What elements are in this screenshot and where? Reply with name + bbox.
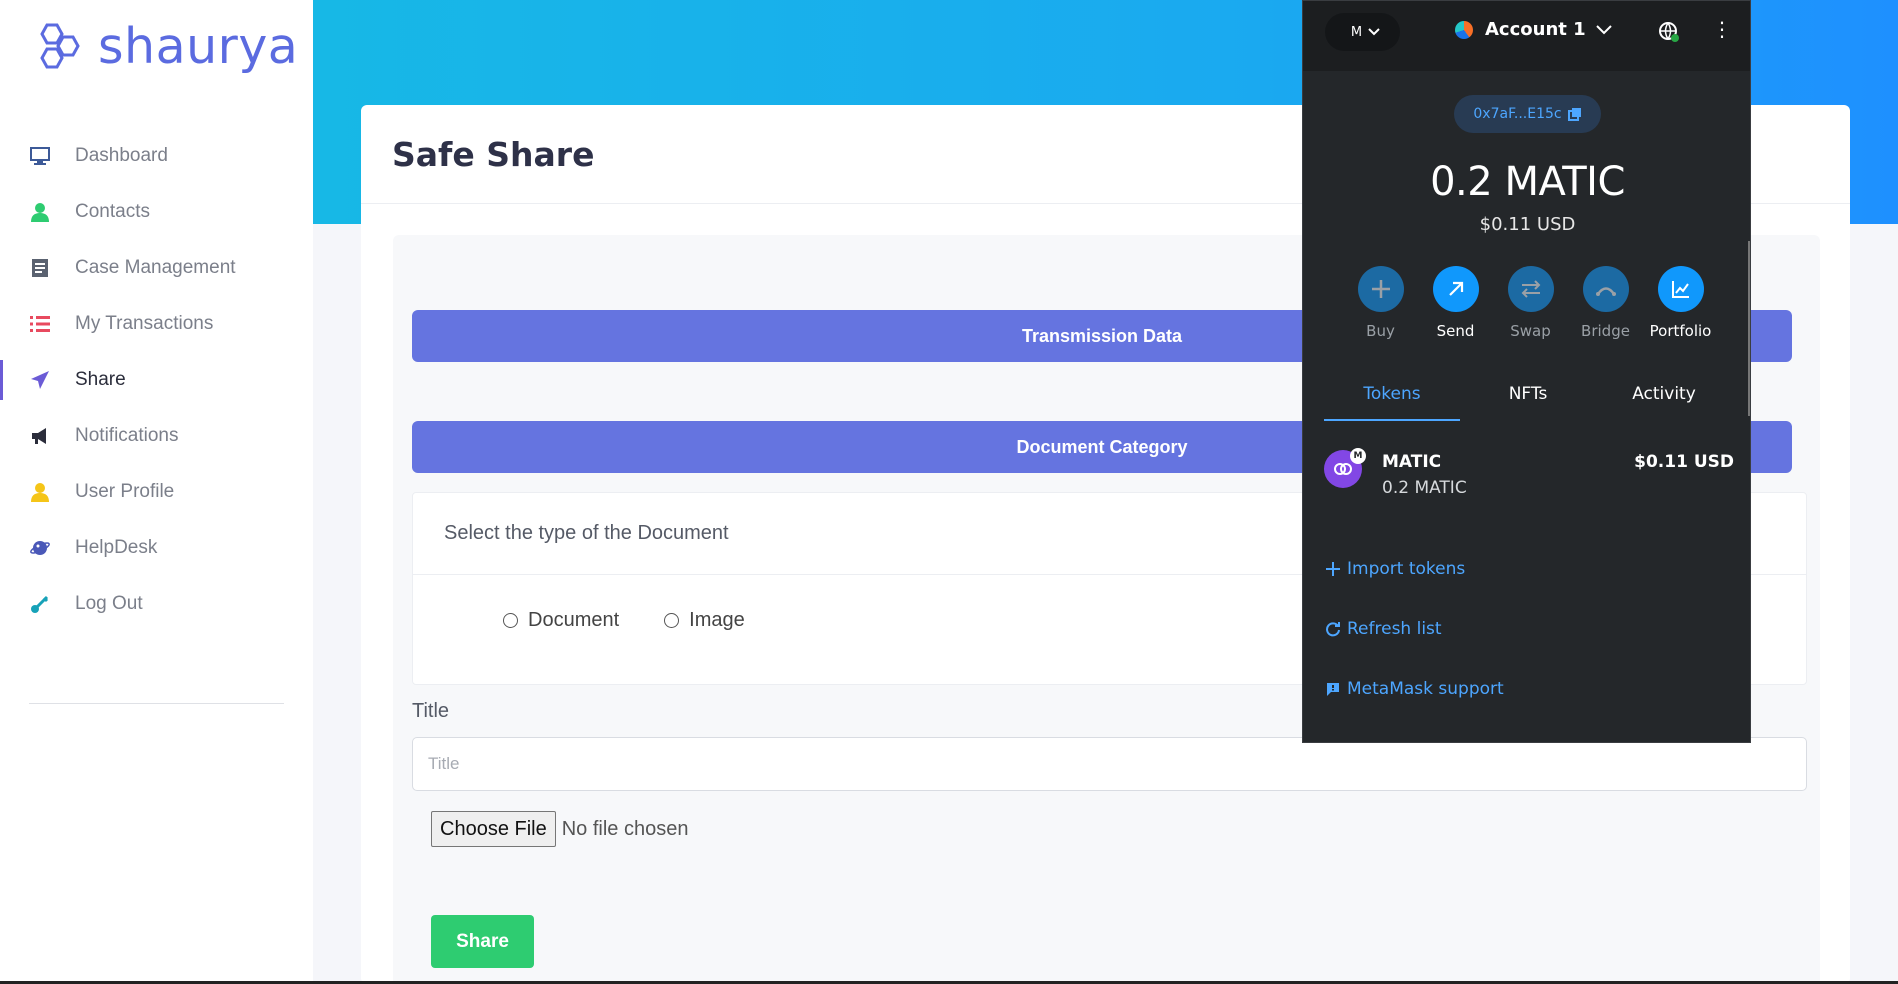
sidebar-item-my-transactions[interactable]: My Transactions — [0, 296, 313, 352]
planet-icon — [29, 537, 51, 559]
plus-icon — [1357, 266, 1404, 312]
sidebar-item-label: My Transactions — [75, 313, 214, 334]
key-icon — [29, 593, 51, 615]
title-input[interactable] — [412, 737, 1807, 791]
page-title: Safe Share — [392, 134, 595, 174]
chevron-down-icon — [1595, 24, 1612, 34]
token-row-matic[interactable]: M MATIC 0.2 MATIC $0.11 USD — [1324, 448, 1734, 508]
chevron-down-icon — [1368, 28, 1380, 36]
buy-label: Buy — [1366, 322, 1395, 340]
wallet-actions: Buy Send Swap Bridge Portfolio — [1343, 266, 1718, 340]
sidebar: shaurya Dashboard Contacts Case Manageme… — [0, 0, 313, 984]
radio-document[interactable]: Document — [503, 609, 619, 632]
metamask-support-link[interactable]: MetaMask support — [1325, 679, 1504, 699]
kebab-menu-icon[interactable]: ⋮ — [1712, 19, 1732, 39]
user-icon — [29, 481, 51, 503]
network-selector[interactable]: M — [1325, 13, 1400, 51]
account-address: 0x7aF...E15c — [1473, 106, 1562, 122]
bridge-label: Bridge — [1581, 322, 1630, 340]
scrollbar[interactable] — [1748, 241, 1750, 416]
metamask-support-label: MetaMask support — [1347, 679, 1504, 699]
radio-circle-icon[interactable] — [503, 613, 518, 628]
import-tokens-link[interactable]: Import tokens — [1325, 559, 1465, 579]
token-amount: 0.2 MATIC — [1382, 478, 1467, 498]
network-letter: M — [1350, 24, 1363, 40]
document-type-radios: Document Image — [503, 609, 790, 632]
person-icon — [29, 201, 51, 223]
swap-label: Swap — [1510, 322, 1551, 340]
brand-name: shaurya — [98, 18, 299, 75]
swap-button[interactable]: Swap — [1493, 266, 1568, 340]
portfolio-button[interactable]: Portfolio — [1643, 266, 1718, 340]
sidebar-item-user-profile[interactable]: User Profile — [0, 464, 313, 520]
tab-activity[interactable]: Activity — [1596, 371, 1732, 421]
sidebar-item-case-management[interactable]: Case Management — [0, 240, 313, 296]
tab-nfts[interactable]: NFTs — [1460, 371, 1596, 421]
copy-icon — [1567, 108, 1581, 121]
sidebar-divider — [29, 703, 284, 704]
file-picker: Choose File No file chosen — [431, 811, 688, 847]
sidebar-item-label: Log Out — [75, 593, 143, 614]
bridge-button[interactable]: Bridge — [1568, 266, 1643, 340]
token-name: MATIC — [1382, 452, 1442, 472]
sidebar-item-share[interactable]: Share — [0, 352, 313, 408]
swap-arrows-icon — [1507, 266, 1554, 312]
sidebar-item-label: HelpDesk — [75, 537, 158, 558]
sidebar-item-label: Contacts — [75, 201, 150, 222]
sidebar-item-helpdesk[interactable]: HelpDesk — [0, 520, 313, 576]
account-address-pill[interactable]: 0x7aF...E15c — [1454, 95, 1601, 133]
connected-sites-icon[interactable] — [1658, 21, 1680, 47]
sidebar-nav: Dashboard Contacts Case Management My Tr… — [0, 128, 313, 632]
send-label: Send — [1436, 322, 1475, 340]
document-icon — [29, 257, 51, 279]
metamask-popup: M Account 1 ⋮ 0x7aF...E15c 0.2 MATIC $0.… — [1302, 0, 1751, 743]
wallet-tabs: Tokens NFTs Activity — [1324, 371, 1732, 421]
import-tokens-label: Import tokens — [1347, 559, 1466, 579]
sidebar-item-label: Case Management — [75, 257, 236, 278]
sidebar-item-notifications[interactable]: Notifications — [0, 408, 313, 464]
plus-icon — [1326, 562, 1340, 576]
radio-document-label: Document — [528, 609, 620, 631]
radio-image-label: Image — [689, 609, 745, 631]
account-name: Account 1 — [1485, 19, 1586, 40]
arrow-up-right-icon — [1432, 266, 1479, 312]
list-icon — [29, 313, 51, 335]
radio-image[interactable]: Image — [664, 609, 745, 632]
refresh-icon — [1326, 622, 1340, 637]
sidebar-item-label: Dashboard — [75, 145, 168, 166]
sidebar-item-log-out[interactable]: Log Out — [0, 576, 313, 632]
send-button[interactable]: Send — [1418, 266, 1493, 340]
paper-plane-icon — [29, 369, 51, 391]
share-button[interactable]: Share — [431, 915, 534, 968]
refresh-list-link[interactable]: Refresh list — [1325, 619, 1442, 639]
choose-file-button[interactable]: Choose File — [431, 811, 556, 847]
token-usd-value: $0.11 USD — [1634, 452, 1734, 472]
balance-usd: $0.11 USD — [1479, 214, 1576, 235]
sidebar-item-label: Share — [75, 369, 126, 390]
bridge-icon — [1582, 266, 1629, 312]
refresh-list-label: Refresh list — [1347, 619, 1442, 639]
metamask-header: M Account 1 ⋮ — [1303, 1, 1750, 71]
sidebar-item-contacts[interactable]: Contacts — [0, 184, 313, 240]
title-label: Title — [412, 700, 450, 722]
buy-button[interactable]: Buy — [1343, 266, 1418, 340]
balance-amount: 0.2 MATIC — [1430, 159, 1625, 205]
sidebar-item-label: User Profile — [75, 481, 175, 502]
sidebar-item-dashboard[interactable]: Dashboard — [0, 128, 313, 184]
account-selector[interactable]: Account 1 — [1455, 19, 1612, 40]
chart-icon — [1657, 266, 1704, 312]
portfolio-label: Portfolio — [1649, 322, 1712, 340]
sidebar-item-label: Notifications — [75, 425, 179, 446]
monitor-icon — [29, 145, 51, 167]
tab-tokens[interactable]: Tokens — [1324, 371, 1460, 421]
brand[interactable]: shaurya — [30, 18, 298, 75]
file-status: No file chosen — [561, 817, 689, 840]
megaphone-icon — [29, 425, 51, 447]
radio-circle-icon[interactable] — [664, 613, 680, 628]
account-avatar — [1455, 20, 1473, 39]
hexagon-logo-icon — [40, 23, 80, 68]
network-badge: M — [1350, 448, 1366, 464]
chat-bubble-icon — [1327, 683, 1339, 696]
